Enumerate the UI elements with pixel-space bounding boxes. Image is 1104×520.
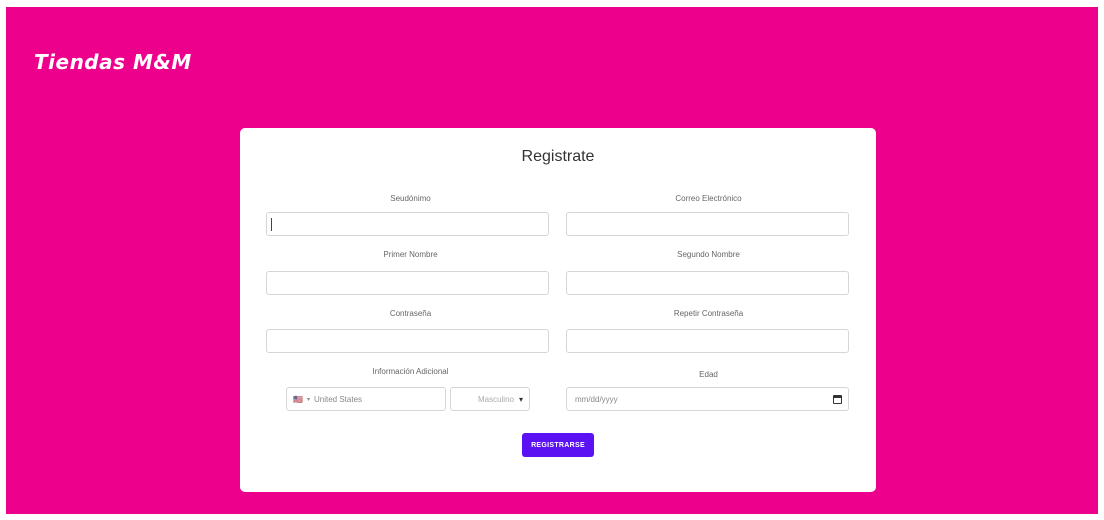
text-cursor <box>271 218 272 231</box>
email-input[interactable] <box>566 212 849 236</box>
gender-select[interactable]: Masculino ▾ <box>450 387 530 411</box>
flag-icon: 🇺🇸 <box>293 394 303 404</box>
username-input[interactable] <box>266 212 549 236</box>
username-label: Seudónimo <box>390 194 431 203</box>
email-label: Correo Electrónico <box>675 194 742 203</box>
calendar-icon[interactable] <box>833 394 842 404</box>
password-input[interactable] <box>266 329 549 353</box>
second-name-label: Segundo Nombre <box>677 250 740 259</box>
chevron-down-icon: ▾ <box>306 396 310 403</box>
registration-card: Registrate Seudónimo Correo Electrónico … <box>240 128 876 492</box>
repeat-password-input[interactable] <box>566 329 849 353</box>
repeat-password-label: Repetir Contraseña <box>673 309 744 318</box>
password-label: Contraseña <box>389 309 432 318</box>
gender-value: Masculino <box>477 394 514 404</box>
additional-info-label: Información Adicional <box>372 367 449 376</box>
brand-logo-text: Tiendas M&M <box>34 50 192 74</box>
country-select[interactable]: 🇺🇸 ▾ United States <box>286 387 446 411</box>
first-name-label: Primer Nombre <box>383 250 438 259</box>
age-label: Edad <box>699 370 718 379</box>
register-button[interactable]: REGISTRARSE <box>522 433 594 457</box>
chevron-down-icon: ▾ <box>518 394 523 404</box>
first-name-input[interactable] <box>266 271 549 295</box>
second-name-input[interactable] <box>566 271 849 295</box>
form-title: Registrate <box>521 148 595 165</box>
age-date-input[interactable]: mm/dd/yyyy <box>566 387 849 411</box>
date-placeholder: mm/dd/yyyy <box>575 394 618 404</box>
country-value: United States <box>313 394 363 404</box>
